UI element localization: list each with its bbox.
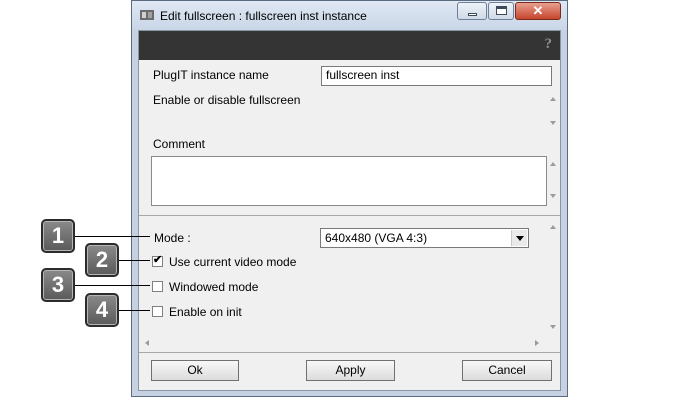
options-scrollbar[interactable] [547, 219, 560, 335]
scroll-down-icon [550, 325, 556, 329]
mode-select-value: 640x480 (VGA 4:3) [325, 231, 428, 245]
options-hscrollbar[interactable] [143, 337, 543, 349]
apply-button[interactable]: Apply [306, 360, 395, 381]
enable-on-init-checkbox[interactable] [152, 306, 163, 317]
use-current-checkbox[interactable]: ✔ [152, 254, 163, 267]
maximize-button[interactable] [488, 2, 514, 20]
windowed-checkbox[interactable] [152, 281, 163, 292]
mode-label: Mode : [154, 231, 191, 245]
callout-badge-3: 3 [41, 268, 75, 302]
mode-select[interactable]: 640x480 (VGA 4:3) [320, 228, 529, 248]
header-bar: ? [139, 31, 560, 60]
callout-badge-4: 4 [85, 293, 119, 327]
scroll-up-icon [550, 225, 556, 229]
help-icon[interactable]: ? [545, 36, 553, 53]
dialog-client-area: ? PlugIT instance name fullscreen inst E… [138, 30, 561, 391]
chevron-down-icon [516, 236, 524, 241]
enable-on-init-label: Enable on init [169, 305, 242, 319]
title-bar[interactable]: Edit fullscreen : fullscreen inst instan… [132, 1, 567, 30]
edit-fullscreen-window: Edit fullscreen : fullscreen inst instan… [131, 0, 568, 397]
scroll-down-icon [550, 194, 556, 198]
section-divider [139, 215, 560, 216]
scroll-right-icon [535, 340, 539, 346]
comment-textarea[interactable] [151, 156, 547, 206]
callout-line-1 [74, 236, 150, 237]
ok-button[interactable]: Ok [151, 360, 239, 381]
callout-line-3 [74, 285, 150, 286]
scroll-up-icon [550, 97, 556, 101]
use-current-label: Use current video mode [169, 255, 297, 269]
callout-line-2 [117, 260, 150, 261]
description-scrollbar[interactable] [547, 91, 560, 131]
cancel-button[interactable]: Cancel [462, 360, 552, 381]
description-text: Enable or disable fullscreen [153, 93, 301, 107]
scroll-down-icon [550, 121, 556, 125]
window-title: Edit fullscreen : fullscreen inst instan… [160, 9, 367, 23]
windowed-label: Windowed mode [169, 280, 259, 294]
comment-scrollbar[interactable] [547, 156, 560, 206]
close-icon: ✕ [532, 3, 544, 18]
comment-label: Comment [153, 137, 206, 151]
close-button[interactable]: ✕ [515, 2, 561, 20]
footer-divider [139, 352, 560, 353]
instance-name-input[interactable]: fullscreen inst [321, 66, 552, 86]
checkmark-icon: ✔ [153, 254, 163, 266]
scroll-up-icon [550, 162, 556, 166]
instance-name-label: PlugIT instance name [153, 68, 269, 82]
maximize-icon [496, 6, 507, 15]
dropdown-button[interactable] [511, 230, 527, 246]
minimize-icon [468, 13, 477, 16]
minimize-button[interactable] [457, 2, 487, 20]
app-icon [140, 10, 154, 20]
callout-badge-2: 2 [85, 243, 119, 277]
callout-badge-1: 1 [41, 219, 75, 253]
scroll-left-icon [145, 340, 149, 346]
callout-line-4 [117, 310, 150, 311]
